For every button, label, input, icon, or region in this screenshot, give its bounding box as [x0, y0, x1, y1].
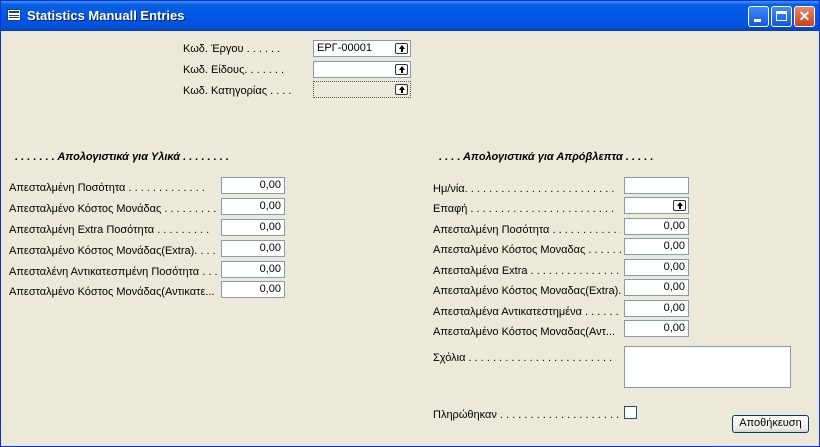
close-icon: ✕	[798, 8, 811, 24]
materials-qty-value: 0,00	[259, 179, 281, 191]
materials-replaced-cost-value: 0,00	[259, 283, 281, 295]
minimize-button[interactable]	[748, 6, 769, 27]
paid-checkbox[interactable]	[624, 406, 637, 419]
comments-textarea[interactable]	[624, 346, 791, 388]
materials-extra-qty-label: Απεσταλμένη Extra Ποσότητα . . . . . . .…	[9, 224, 210, 236]
item-code-label: Κωδ. Είδους. . . . . . .	[183, 64, 285, 76]
materials-unit-cost-field[interactable]: 0,00	[221, 198, 285, 215]
materials-unit-cost-label: Απεσταλμένο Κόστος Μονάδας . . . . . . .…	[9, 203, 217, 215]
window-title: Statistics Manuall Entries	[27, 8, 185, 23]
unforeseen-replaced-cost-value: 0,00	[663, 322, 685, 334]
materials-unit-cost-value: 0,00	[259, 200, 281, 212]
unforeseen-qty-field[interactable]: 0,00	[624, 218, 689, 235]
unforeseen-extra-cost-field[interactable]: 0,00	[624, 279, 689, 296]
comments-label: Σχόλια . . . . . . . . . . . . . . . . .…	[433, 352, 613, 364]
unforeseen-replaced-cost-label: Απεσταλμένο Κόστος Μοναδας(Αντ...	[433, 326, 616, 338]
save-button[interactable]: Αποθήκευση	[732, 415, 809, 433]
unforeseen-extra-cost-label: Απεσταλμένο Κόστος Μοναδας(Extra). . . .…	[433, 285, 621, 297]
unforeseen-extra-value: 0,00	[663, 261, 685, 273]
unforeseen-qty-value: 0,00	[663, 220, 685, 232]
contact-label: Επαφή . . . . . . . . . . . . . . . . . …	[433, 203, 615, 215]
materials-extra-cost-label: Απεσταλμένο Κόστος Μονάδας(Extra). . . .…	[9, 245, 219, 257]
category-code-field[interactable]	[313, 81, 411, 98]
project-code-field[interactable]: ΕΡΓ-00001	[313, 40, 411, 57]
lookup-arrow-icon[interactable]	[395, 64, 408, 75]
form-icon	[7, 9, 21, 21]
unforeseen-replaced-label: Απεσταλμένα Αντικατεστημένα . . . . . . …	[433, 306, 621, 318]
materials-extra-qty-value: 0,00	[259, 221, 281, 233]
unforeseen-replaced-cost-field[interactable]: 0,00	[624, 320, 689, 337]
materials-qty-label: Απεσταλμένη Ποσότητα . . . . . . . . . .…	[9, 182, 205, 194]
unforeseen-extra-cost-value: 0,00	[663, 281, 685, 293]
lookup-arrow-icon[interactable]	[395, 43, 408, 54]
materials-extra-qty-field[interactable]: 0,00	[221, 219, 285, 236]
materials-section-title: . . . . . . . Απολογιστικά για Υλικά . .…	[15, 151, 229, 163]
maximize-icon	[776, 11, 787, 21]
title-bar[interactable]: Statistics Manuall Entries ✕	[1, 1, 819, 31]
materials-extra-cost-value: 0,00	[259, 242, 281, 254]
minimize-icon	[754, 19, 761, 22]
item-code-field[interactable]	[313, 61, 411, 78]
materials-replaced-qty-label: Απεσταλένη Αντικατεσπμένη Ποσότητα . . .…	[9, 266, 219, 278]
unforeseen-qty-label: Απεσταλμένη Ποσότητα . . . . . . . . . .…	[433, 224, 621, 236]
unforeseen-extra-field[interactable]: 0,00	[624, 259, 689, 276]
date-field[interactable]	[624, 177, 689, 194]
project-code-label: Κωδ. Έργου . . . . . .	[183, 43, 281, 55]
unforeseen-section-title: . . . . Απολογιστικά για Απρόβλεπτα . . …	[439, 151, 654, 163]
materials-replaced-qty-field[interactable]: 0,00	[221, 261, 285, 278]
unforeseen-extra-label: Απεσταλμένα Extra . . . . . . . . . . . …	[433, 265, 621, 277]
lookup-arrow-icon[interactable]	[395, 84, 408, 95]
unforeseen-unit-cost-value: 0,00	[663, 240, 685, 252]
materials-replaced-cost-field[interactable]: 0,00	[221, 281, 285, 298]
statistics-window: Statistics Manuall Entries ✕ Κωδ. Έργου …	[0, 0, 820, 447]
date-label: Ημ/νία. . . . . . . . . . . . . . . . . …	[433, 183, 615, 195]
unforeseen-unit-cost-field[interactable]: 0,00	[624, 238, 689, 255]
unforeseen-replaced-field[interactable]: 0,00	[624, 300, 689, 317]
unforeseen-unit-cost-label: Απεσταλμένο Κόστος Μοναδας . . . . . . .…	[433, 244, 621, 256]
maximize-button[interactable]	[771, 6, 792, 27]
paid-label: Πληρώθηκαν . . . . . . . . . . . . . . .…	[433, 409, 620, 421]
category-code-label: Κωδ. Κατηγορίας . . . .	[183, 85, 292, 97]
materials-replaced-qty-value: 0,00	[259, 263, 281, 275]
contact-field[interactable]	[624, 197, 689, 214]
project-code-value: ΕΡΓ-00001	[317, 42, 372, 54]
unforeseen-replaced-value: 0,00	[663, 302, 685, 314]
materials-qty-field[interactable]: 0,00	[221, 177, 285, 194]
materials-replaced-cost-label: Απεσταλμένο Κόστος Μονάδας(Αντικατε...	[9, 286, 215, 298]
materials-extra-cost-field[interactable]: 0,00	[221, 240, 285, 257]
close-button[interactable]: ✕	[794, 6, 815, 27]
lookup-arrow-icon[interactable]	[673, 200, 686, 211]
